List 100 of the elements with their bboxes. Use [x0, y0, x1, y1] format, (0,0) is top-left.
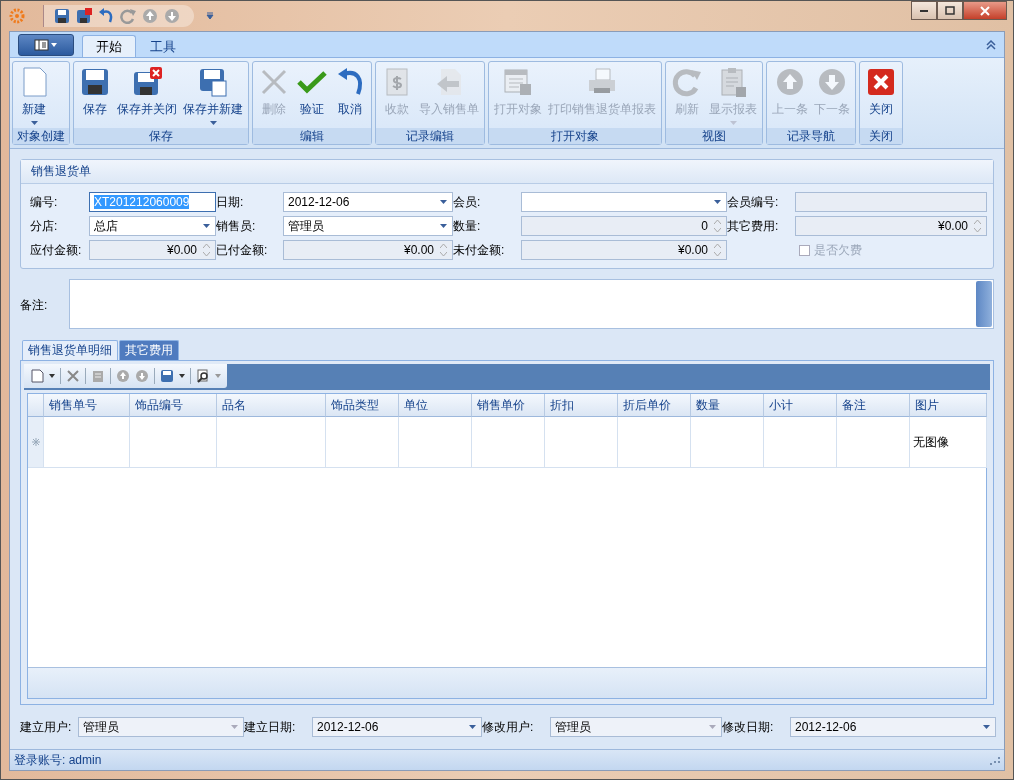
caret-icon[interactable] — [203, 224, 210, 228]
ribbon-button[interactable]: 保存 — [76, 64, 114, 128]
document-icon[interactable] — [91, 369, 105, 383]
group-title: 视图 — [666, 128, 762, 144]
caret-icon[interactable] — [469, 725, 476, 729]
dropdown-field[interactable]: 管理员 — [78, 717, 244, 737]
group-title: 保存 — [74, 128, 248, 144]
window-icon — [502, 66, 534, 98]
row-header[interactable] — [28, 417, 44, 468]
undo-icon[interactable] — [98, 8, 114, 24]
caret-icon[interactable] — [440, 200, 447, 204]
close-button[interactable] — [963, 1, 1007, 20]
panel-icon — [34, 39, 58, 51]
caret-icon[interactable] — [983, 725, 990, 729]
group-title: 关闭 — [860, 128, 902, 144]
column-header[interactable]: 图片 — [910, 394, 987, 417]
ribbon-button[interactable]: 保存并关闭 — [114, 64, 180, 128]
ribbon-button[interactable]: 取消 — [331, 64, 369, 128]
ribbon-button[interactable]: 保存并新建 — [180, 64, 246, 128]
refresh-icon — [671, 66, 703, 98]
column-header[interactable]: 饰品类型 — [326, 394, 399, 417]
spinner-icon[interactable] — [440, 244, 447, 256]
column-header[interactable]: 小计 — [764, 394, 837, 417]
caret-icon[interactable] — [179, 374, 185, 378]
input-field[interactable]: 总店 — [89, 216, 216, 236]
ribbon-tab[interactable]: 工具 — [136, 35, 190, 57]
field-label: 会员编号: — [727, 193, 780, 211]
minimize-button[interactable] — [911, 1, 937, 20]
minimize-icon — [920, 9, 928, 12]
input-field[interactable]: ¥0.00 — [89, 240, 216, 260]
column-header[interactable]: 饰品编号 — [130, 394, 217, 417]
spinner-icon[interactable] — [714, 220, 721, 232]
table-cell: 无图像 — [910, 417, 987, 468]
column-header[interactable]: 单位 — [399, 394, 472, 417]
grid-corner — [28, 394, 44, 417]
field-label: 编号: — [30, 193, 59, 211]
caret-icon[interactable] — [440, 224, 447, 228]
maximize-button[interactable] — [937, 1, 963, 20]
group-title: 编辑 — [253, 128, 371, 144]
magnifier-icon[interactable] — [196, 369, 210, 383]
spinner-icon[interactable] — [974, 220, 981, 232]
column-header[interactable]: 品名 — [217, 394, 326, 417]
panel-title: 销售退货单 — [21, 160, 993, 184]
input-field[interactable] — [521, 192, 727, 212]
column-header[interactable]: 数量 — [691, 394, 764, 417]
app-menu-button[interactable] — [18, 34, 74, 56]
field-label: 分店: — [30, 217, 59, 235]
column-header[interactable]: 销售单价 — [472, 394, 545, 417]
caret-icon[interactable] — [49, 374, 55, 378]
tab[interactable]: 其它费用 — [119, 340, 179, 360]
field-label: 其它费用: — [727, 217, 780, 235]
field-label: 会员: — [453, 193, 482, 211]
field-label: 修改用户: — [482, 718, 535, 736]
field-label: 建立用户: — [20, 718, 73, 736]
caret-icon[interactable] — [714, 200, 721, 204]
field-label: 应付金额: — [30, 241, 83, 259]
dropdown-field[interactable]: 2012-12-06 — [790, 717, 996, 737]
close-icon — [979, 5, 991, 16]
spinner-icon[interactable] — [714, 244, 721, 256]
column-header[interactable]: 备注 — [837, 394, 910, 417]
column-header[interactable]: 折扣 — [545, 394, 618, 417]
field-label: 销售员: — [216, 217, 257, 235]
scrollbar[interactable] — [976, 281, 992, 327]
gear-icon[interactable] — [9, 8, 25, 24]
resize-grip-icon[interactable] — [990, 755, 1000, 765]
field-label: 未付金额: — [453, 241, 506, 259]
input-field[interactable]: 0 — [521, 216, 727, 236]
ribbon-button[interactable]: 关闭 — [862, 64, 900, 128]
collapse-icon[interactable] — [986, 40, 996, 50]
maximize-icon — [945, 5, 955, 16]
input-field[interactable]: 2012-12-06 — [283, 192, 453, 212]
ribbon-button[interactable]: 验证 — [293, 64, 331, 128]
field-label: 已付金额: — [216, 241, 269, 259]
status-text: 登录账号: admin — [14, 751, 102, 769]
cross-icon[interactable] — [66, 369, 80, 383]
column-header[interactable]: 销售单号 — [44, 394, 130, 417]
field-label: 备注: — [20, 297, 48, 314]
group-title: 打开对象 — [489, 128, 661, 144]
ribbon-button[interactable]: 新建 — [15, 64, 53, 128]
field-label: 建立日期: — [244, 718, 297, 736]
tab[interactable]: 销售退货单明细 — [22, 340, 118, 360]
column-header[interactable]: 折后单价 — [618, 394, 691, 417]
input-field[interactable]: ¥0.00 — [521, 240, 727, 260]
redo-icon[interactable] — [120, 8, 136, 24]
dropdown-field[interactable]: 2012-12-06 — [312, 717, 482, 737]
field-label: 修改日期: — [722, 718, 775, 736]
dropdown-field[interactable]: 管理员 — [550, 717, 722, 737]
close-icon — [865, 66, 897, 98]
document-icon[interactable] — [30, 369, 44, 383]
field-label: 数量: — [453, 217, 482, 235]
checkbox-label: 是否欠费 — [814, 241, 862, 259]
ribbon-tab[interactable]: 开始 — [82, 35, 136, 57]
group-title: 记录编辑 — [376, 128, 484, 144]
remark-field[interactable] — [69, 279, 994, 329]
input-field[interactable]: 管理员 — [283, 216, 453, 236]
group-title: 对象创建 — [13, 128, 69, 144]
input-field[interactable]: ¥0.00 — [795, 216, 987, 236]
spinner-icon[interactable] — [203, 244, 210, 256]
input-field[interactable] — [795, 192, 987, 212]
input-field[interactable]: ¥0.00 — [283, 240, 453, 260]
